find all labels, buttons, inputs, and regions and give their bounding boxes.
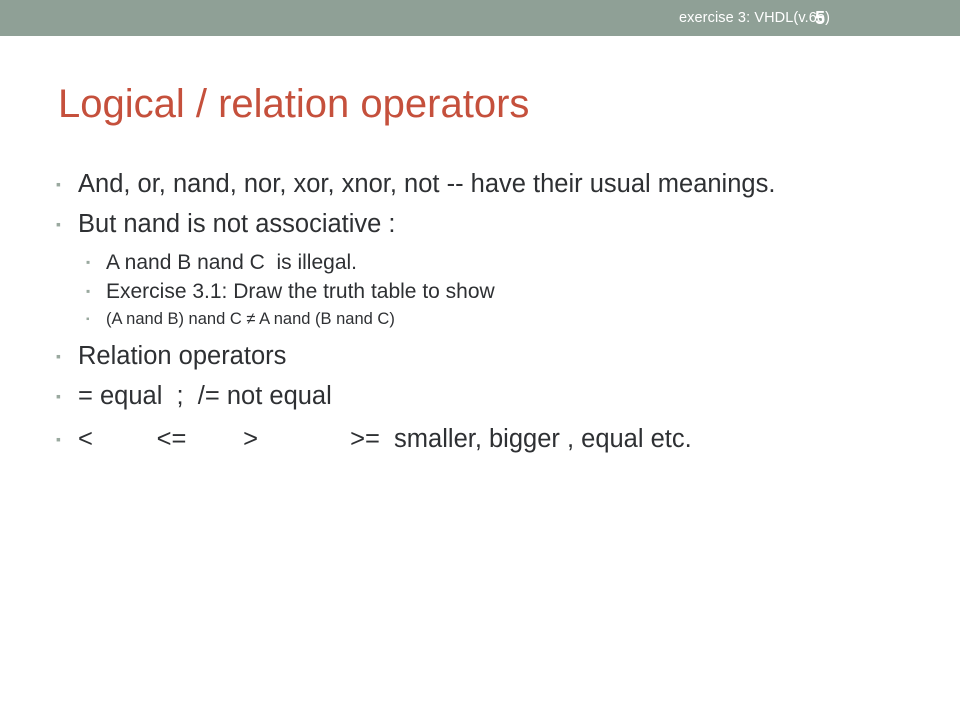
bullet-square-icon: ▪ [56,431,61,447]
list-item: ▪ And, or, nand, nor, xor, xnor, not -- … [56,168,916,201]
bullet-square-icon: ▪ [56,388,61,404]
header-title: exercise 3: VHDL(v.6e) [678,10,830,26]
bullet-square-icon: ▪ [86,314,90,325]
list-item: ▪ But nand is not associative : [56,208,916,241]
list-item-label: < <= > >= smaller, bigger , equal etc. [78,425,692,453]
list-item-label: = equal ; /= not equal [78,382,332,410]
list-item: ▪ < <= > >= smaller, bigger , equal etc. [56,423,916,456]
slide-header-bar: exercise 3: VHDL(v.6e) 5 [0,0,960,36]
list-item-label: (A nand B) nand C ≠ A nand (B nand C) [106,310,395,328]
list-item: ▪ = equal ; /= not equal [56,380,916,413]
bullet-square-icon: ▪ [56,176,61,192]
slide: exercise 3: VHDL(v.6e) 5 Logical / relat… [0,0,960,720]
bullet-square-icon: ▪ [56,348,61,364]
list-item: ▪ Relation operators [56,340,916,373]
list-item: ▪ A nand B nand C is illegal. [56,248,916,277]
list-item: ▪ Exercise 3.1: Draw the truth table to … [56,277,916,306]
bullet-square-icon: ▪ [86,284,91,298]
page-number: 5 [814,8,825,28]
bullet-list: ▪ And, or, nand, nor, xor, xnor, not -- … [56,168,916,457]
list-item: ▪ (A nand B) nand C ≠ A nand (B nand C) [56,306,916,333]
list-item-label: And, or, nand, nor, xor, xnor, not -- ha… [78,170,776,198]
list-item-label: Relation operators [78,342,287,370]
bullet-square-icon: ▪ [86,255,91,269]
list-item-label: Exercise 3.1: Draw the truth table to sh… [106,280,495,303]
page-title: Logical / relation operators [58,82,530,126]
bullet-square-icon: ▪ [56,216,61,232]
list-item-label: A nand B nand C is illegal. [106,251,357,274]
list-item-label: But nand is not associative : [78,210,396,238]
